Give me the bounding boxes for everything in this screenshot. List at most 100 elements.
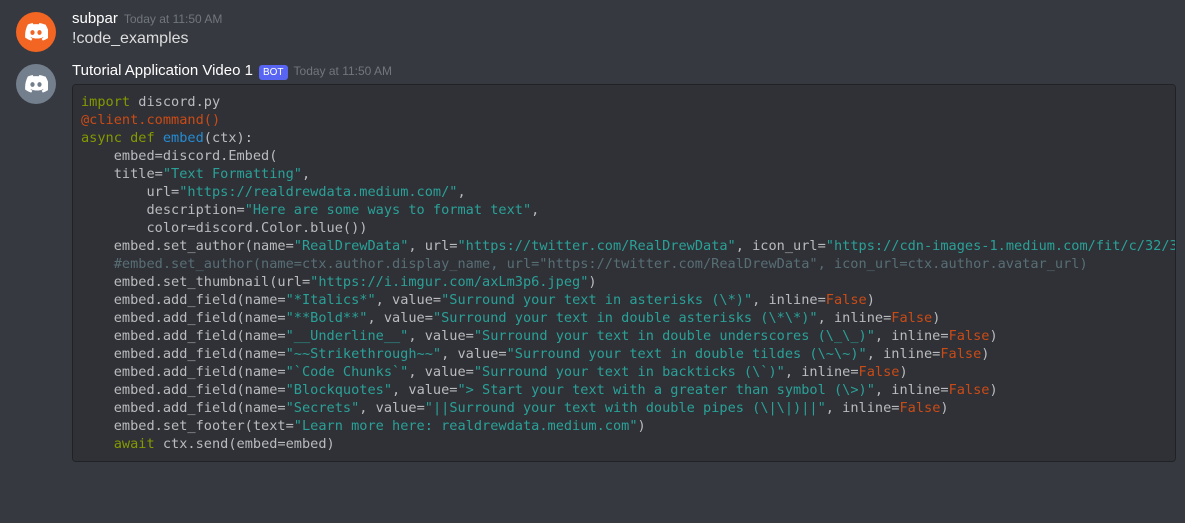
code-literal: False — [949, 328, 990, 344]
code-string: "||Surround your text with double pipes … — [425, 400, 826, 416]
code-text: embed.add_field(name= — [81, 328, 286, 344]
code-text: , icon_url= — [736, 238, 826, 254]
code-text: ) — [588, 274, 596, 290]
code-text: color=discord.Color.blue()) — [81, 220, 367, 236]
code-text: , — [457, 184, 465, 200]
avatar[interactable] — [16, 12, 56, 52]
code-string: "__Underline__" — [286, 328, 409, 344]
code-text: embed.add_field(name= — [81, 310, 286, 326]
code-string: "**Bold**" — [286, 310, 368, 326]
timestamp: Today at 11:50 AM — [124, 12, 223, 26]
code-string: "https://i.imgur.com/axLm3p6.jpeg" — [310, 274, 588, 290]
code-text: , inline= — [867, 346, 941, 362]
code-text: description= — [81, 202, 245, 218]
discord-logo-icon — [24, 72, 48, 96]
code-text: , inline= — [826, 400, 900, 416]
username[interactable]: Tutorial Application Video 1 — [72, 62, 253, 79]
code-text: ) — [638, 418, 646, 434]
code-keyword: await — [114, 436, 155, 452]
code-string: "~~Strikethrough~~" — [286, 346, 442, 362]
message-content: subpar Today at 11:50 AM !code_examples — [72, 10, 1169, 52]
code-text: , value= — [441, 346, 506, 362]
message-content: Tutorial Application Video 1 BOT Today a… — [72, 62, 1169, 462]
avatar-column — [16, 10, 72, 52]
code-literal: False — [940, 346, 981, 362]
code-text: , url= — [408, 238, 457, 254]
message-row: Tutorial Application Video 1 BOT Today a… — [0, 60, 1185, 464]
code-text: embed.set_thumbnail(url= — [81, 274, 310, 290]
discord-logo-icon — [24, 20, 48, 44]
code-text: url= — [81, 184, 179, 200]
message-text: !code_examples — [72, 28, 1169, 50]
code-text: embed=discord.Embed( — [81, 148, 277, 164]
code-keyword: import — [81, 94, 130, 110]
code-string: "https://twitter.com/RealDrewData" — [457, 238, 735, 254]
code-text: embed.add_field(name= — [81, 364, 286, 380]
code-text: ctx.send(embed=embed) — [155, 436, 335, 452]
code-text: , value= — [359, 400, 424, 416]
code-text: , — [302, 166, 310, 182]
code-text: , value= — [408, 328, 473, 344]
code-text: embed.set_footer(text= — [81, 418, 294, 434]
code-string: "Learn more here: realdrewdata.medium.co… — [294, 418, 638, 434]
code-text: , value= — [376, 292, 441, 308]
code-text: title= — [81, 166, 163, 182]
code-text: ) — [940, 400, 948, 416]
code-text: , value= — [392, 382, 457, 398]
code-text: , value= — [367, 310, 432, 326]
code-string: "Surround your text in double asterisks … — [433, 310, 818, 326]
code-literal: False — [949, 382, 990, 398]
code-text: embed.add_field(name= — [81, 400, 286, 416]
code-text: discord.py — [130, 94, 220, 110]
code-string: "*Italics*" — [286, 292, 376, 308]
code-string: "Surround your text in asterisks (\*)" — [441, 292, 752, 308]
code-string: "Secrets" — [286, 400, 360, 416]
code-string: "`Code Chunks`" — [286, 364, 409, 380]
code-text: , inline= — [875, 328, 949, 344]
username[interactable]: subpar — [72, 10, 118, 27]
code-string: "Surround your text in double underscore… — [474, 328, 875, 344]
code-string: "Blockquotes" — [286, 382, 392, 398]
code-literal: False — [899, 400, 940, 416]
code-text: , inline= — [785, 364, 859, 380]
avatar-column — [16, 62, 72, 462]
code-keyword: async — [81, 130, 122, 146]
message-row: subpar Today at 11:50 AM !code_examples — [0, 8, 1185, 54]
code-text: ) — [989, 382, 997, 398]
code-text: embed.add_field(name= — [81, 382, 286, 398]
code-text: (ctx): — [204, 130, 253, 146]
code-string: "https://realdrewdata.medium.com/" — [179, 184, 457, 200]
code-text: ) — [899, 364, 907, 380]
code-text: embed.add_field(name= — [81, 292, 286, 308]
code-string: "> Start your text with a greater than s… — [458, 382, 875, 398]
timestamp: Today at 11:50 AM — [294, 64, 393, 78]
code-block[interactable]: import discord.py @client.command() asyn… — [72, 84, 1176, 462]
code-decorator: @client.command() — [81, 112, 220, 128]
code-text: , inline= — [818, 310, 892, 326]
bot-tag: BOT — [259, 65, 288, 80]
code-text: , — [531, 202, 539, 218]
code-text: embed.add_field(name= — [81, 346, 286, 362]
code-string: "Text Formatting" — [163, 166, 302, 182]
code-keyword: def — [130, 130, 155, 146]
code-text: , value= — [408, 364, 473, 380]
code-text: embed.set_author(name= — [81, 238, 294, 254]
code-literal: False — [826, 292, 867, 308]
code-text: ) — [989, 328, 997, 344]
code-string: "https://cdn-images-1.medium.com/fit/c/3… — [826, 238, 1176, 254]
code-text: ) — [981, 346, 989, 362]
code-literal: False — [891, 310, 932, 326]
code-string: "Here are some ways to format text" — [245, 202, 531, 218]
message-header: Tutorial Application Video 1 BOT Today a… — [72, 62, 1169, 80]
code-comment: #embed.set_author(name=ctx.author.displa… — [81, 256, 1088, 272]
code-text: ) — [867, 292, 875, 308]
avatar[interactable] — [16, 64, 56, 104]
code-string: "Surround your text in double tildes (\~… — [507, 346, 867, 362]
code-text: , inline= — [875, 382, 949, 398]
code-string: "RealDrewData" — [294, 238, 409, 254]
code-literal: False — [859, 364, 900, 380]
code-text: , inline= — [752, 292, 826, 308]
code-fn: embed — [163, 130, 204, 146]
code-string: "Surround your text in backticks (\`)" — [474, 364, 785, 380]
message-header: subpar Today at 11:50 AM — [72, 10, 1169, 27]
